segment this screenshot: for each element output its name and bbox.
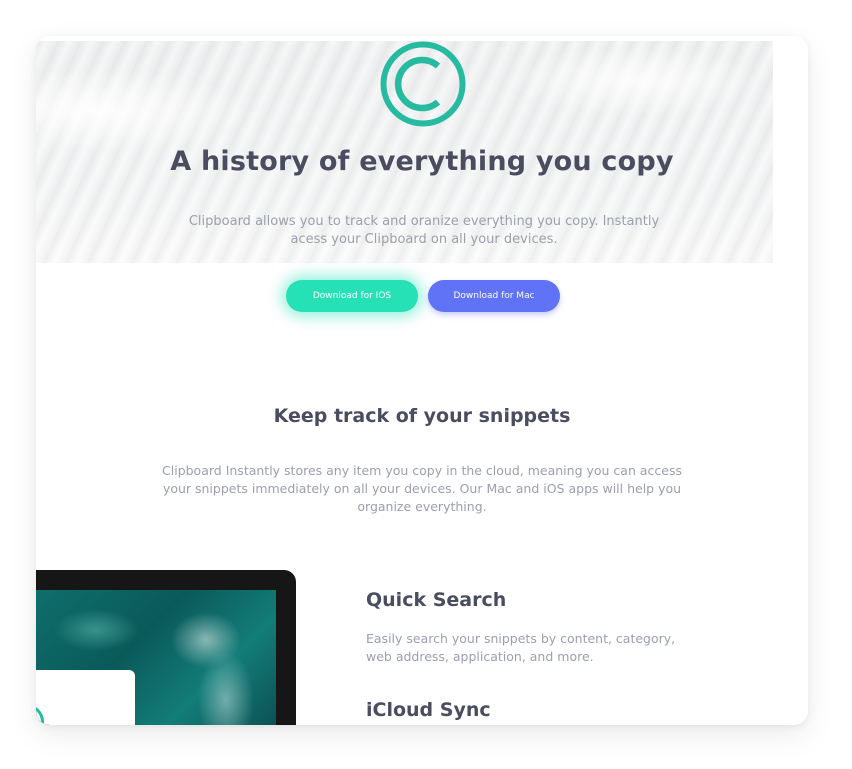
device-app-panel bbox=[36, 670, 135, 725]
copyright-c-logo-icon bbox=[380, 41, 466, 127]
hero-description: Clipboard allows you to track and oraniz… bbox=[188, 214, 660, 247]
app-logo-fragment-icon bbox=[36, 704, 44, 725]
snippets-section-description: Clipboard Instantly stores any item you … bbox=[162, 463, 682, 514]
hero-title: A history of everything you copy bbox=[170, 146, 674, 177]
feature-title-quick-search: Quick Search bbox=[366, 589, 507, 611]
download-mac-button[interactable]: Download for Mac bbox=[428, 280, 560, 312]
feature-description-quick-search: Easily search your snippets by content, … bbox=[366, 631, 676, 664]
snippets-section-title: Keep track of your snippets bbox=[273, 405, 571, 427]
page-card: A history of everything you copy Clipboa… bbox=[36, 36, 808, 725]
device-mockup-image bbox=[36, 570, 296, 725]
download-ios-button[interactable]: Download for IOS bbox=[286, 280, 418, 312]
feature-title-icloud-sync: iCloud Sync bbox=[366, 699, 491, 721]
